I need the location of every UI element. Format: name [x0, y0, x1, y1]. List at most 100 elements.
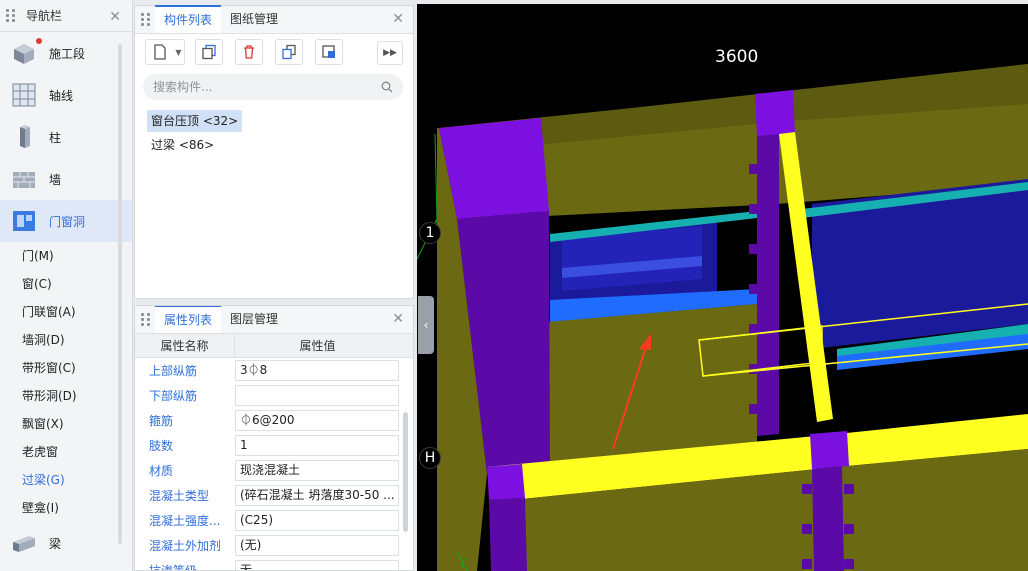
property-value-field[interactable]: 无 [235, 560, 399, 570]
delete-button[interactable] [235, 39, 263, 65]
nav-sub-item-dormer-window[interactable]: 老虎窗 [0, 438, 132, 466]
new-component-icon [153, 44, 166, 60]
drag-handle-icon[interactable] [141, 12, 155, 26]
component-panel-tabs: 构件列表 图纸管理 ✕ [135, 5, 413, 34]
nav-sub-item-strip-window[interactable]: 带形窗(C) [0, 354, 132, 382]
copy-to-floor-button[interactable] [275, 39, 303, 65]
nav-header: 导航栏 ✕ [0, 0, 132, 32]
nav-category-label: 柱 [49, 130, 62, 145]
component-list-panel: 构件列表 图纸管理 ✕ ▼ ▶▶ 窗台压顶 <32> 过梁 <86> [134, 5, 414, 299]
new-component-split-button: ▼ [145, 39, 185, 65]
table-row: 混凝土外加剂 (无) [135, 533, 413, 558]
nav-category-column[interactable]: 柱 [0, 116, 132, 158]
property-name: 下部纵筋 [149, 389, 198, 403]
drag-handle-icon[interactable] [6, 9, 20, 23]
table-row: 上部纵筋 3⏀8 [135, 358, 413, 383]
property-name: 抗渗等级 [149, 564, 198, 571]
dimension-label: 3600 [715, 47, 759, 67]
nav-category-wall[interactable]: 墙 [0, 158, 132, 200]
close-icon[interactable]: ✕ [109, 9, 121, 25]
property-value-field[interactable]: 1 [235, 435, 399, 456]
nav-category-axis[interactable]: 轴线 [0, 74, 132, 116]
column [489, 498, 527, 571]
property-panel: 属性列表 图层管理 ✕ 属性名称 属性值 上部纵筋 3⏀8 下部纵筋 箍筋 ⏀6… [134, 305, 414, 571]
axis-label-h: H [419, 447, 441, 469]
nav-sub-item-door[interactable]: 门(M) [0, 242, 132, 270]
wall-icon [13, 172, 35, 188]
nav-sub-item-niche[interactable]: 壁龛(I) [0, 494, 132, 522]
nav-category-label: 梁 [49, 536, 62, 551]
nav-sub-item-strip-opening[interactable]: 带形洞(D) [0, 382, 132, 410]
property-scrollbar[interactable] [403, 412, 408, 532]
column [757, 134, 779, 436]
nav-category-door-window-opening[interactable]: 门窗洞 [0, 200, 132, 242]
property-panel-tabs: 属性列表 图层管理 ✕ [135, 306, 413, 334]
component-search [143, 74, 403, 100]
layer-button[interactable] [315, 39, 343, 65]
property-value-field[interactable]: ⏀6@200 [235, 410, 399, 431]
list-item[interactable]: 过梁 <86> [147, 134, 218, 156]
search-input[interactable] [153, 80, 353, 94]
list-item[interactable]: 窗台压顶 <32> [147, 110, 243, 132]
axis-label-1: 1 [419, 222, 441, 244]
nav-sub-item-window[interactable]: 窗(C) [0, 270, 132, 298]
nav-category-construction-stage[interactable]: 施工段 [0, 32, 132, 74]
nav-sub-item-door-window[interactable]: 门联窗(A) [0, 298, 132, 326]
table-row: 抗渗等级 无 [135, 558, 413, 571]
table-row: 混凝土强度... (C25) [135, 508, 413, 533]
chevron-down-icon[interactable]: ▼ [173, 39, 185, 65]
property-value-field[interactable]: 现浇混凝土 [235, 460, 399, 481]
copy-component-button[interactable] [195, 39, 223, 65]
property-name: 材质 [149, 464, 174, 478]
nav-scrollbar[interactable] [118, 44, 122, 544]
3d-model-view: Y [417, 64, 1028, 571]
beam-icon [13, 536, 35, 552]
nav-category-label: 施工段 [49, 46, 86, 61]
property-value-field[interactable]: (无) [235, 535, 399, 556]
close-icon[interactable]: ✕ [392, 11, 404, 27]
column [812, 466, 844, 571]
property-value-field[interactable] [235, 385, 399, 406]
notification-dot [36, 38, 42, 44]
column [439, 118, 549, 219]
nav-sub-item-bay-window[interactable]: 飘窗(X) [0, 410, 132, 438]
property-value-field[interactable]: (C25) [235, 510, 399, 531]
property-table-header: 属性名称 属性值 [135, 334, 413, 358]
collapse-panel-handle[interactable]: ‹ [418, 296, 434, 354]
close-icon[interactable]: ✕ [392, 311, 404, 327]
component-toolbar: ▼ [135, 34, 413, 70]
property-value-field[interactable]: (碎石混凝土 坍落度30-50 ... [235, 485, 399, 506]
tab-drawing-management[interactable]: 图纸管理 [221, 5, 287, 33]
table-row: 材质 现浇混凝土 [135, 458, 413, 483]
nav-category-label: 墙 [49, 172, 62, 187]
property-name: 混凝土强度... [149, 514, 221, 528]
component-list: 窗台压顶 <32> 过梁 <86> [135, 110, 413, 158]
property-value-field[interactable]: 3⏀8 [235, 360, 399, 381]
property-name: 上部纵筋 [149, 364, 198, 378]
nav-sub-item-wall-opening[interactable]: 墙洞(D) [0, 326, 132, 354]
tab-layer-management[interactable]: 图层管理 [221, 306, 287, 333]
column [810, 431, 849, 469]
axis-grid-icon [12, 83, 36, 107]
door-window-opening-icon [13, 211, 35, 231]
table-row: 肢数 1 [135, 433, 413, 458]
search-icon[interactable] [381, 81, 393, 93]
delete-icon [244, 45, 254, 59]
tab-component-list[interactable]: 构件列表 [155, 5, 222, 33]
property-name: 肢数 [149, 439, 174, 453]
property-name: 混凝土类型 [149, 489, 210, 503]
property-name: 混凝土外加剂 [149, 539, 222, 553]
nav-sub-item-lintel[interactable]: 过梁(G) [0, 466, 132, 494]
new-component-button[interactable] [145, 39, 173, 65]
more-icon[interactable]: ▶▶ [377, 41, 403, 65]
drag-handle-icon[interactable] [141, 312, 155, 326]
nav-category-label: 轴线 [49, 88, 74, 103]
tab-property-list[interactable]: 属性列表 [155, 306, 222, 333]
column [755, 90, 795, 136]
copy-to-floor-icon [282, 44, 296, 60]
table-row: 混凝土类型 (碎石混凝土 坍落度30-50 ... [135, 483, 413, 508]
3d-viewport[interactable]: Y 3600 1 H [417, 4, 1028, 571]
chevron-left-icon: ‹ [423, 318, 429, 332]
nav-category-beam[interactable]: 梁 [0, 522, 132, 564]
column-header-name: 属性名称 [135, 334, 235, 357]
